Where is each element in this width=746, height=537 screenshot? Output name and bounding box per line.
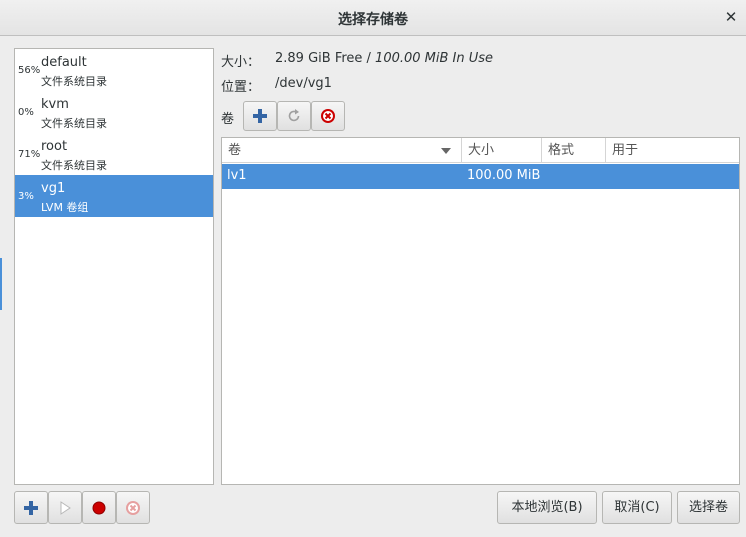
column-header-label: 用于 <box>612 143 639 158</box>
close-icon[interactable]: ✕ <box>722 8 740 26</box>
cancel-button[interactable]: 取消(C) <box>602 491 672 524</box>
pool-item-default[interactable]: 56% default 文件系统目录 <box>15 49 213 91</box>
pool-usage-percent: 56% <box>18 65 41 76</box>
column-header-volume[interactable]: 卷 <box>222 138 462 163</box>
window-title: 选择存储卷 <box>338 12 408 28</box>
delete-pool-button[interactable] <box>116 491 150 524</box>
add-pool-button[interactable] <box>14 491 48 524</box>
sort-down-icon <box>441 148 451 154</box>
volume-table[interactable]: 卷 大小 格式 用于 lv1 100.00 MiB <box>221 137 740 485</box>
location-label: 位置： <box>221 80 261 95</box>
delete-icon <box>321 109 335 123</box>
column-header-format[interactable]: 格式 <box>542 138 606 163</box>
pool-usage-percent: 3% <box>18 191 34 202</box>
location-value: /dev/vg1 <box>275 76 332 91</box>
table-row[interactable]: lv1 100.00 MiB <box>222 164 739 189</box>
pool-item-kvm[interactable]: 0% kvm 文件系统目录 <box>15 91 213 133</box>
size-label: 大小： <box>221 55 261 70</box>
stop-pool-button[interactable] <box>82 491 116 524</box>
column-header-label: 卷 <box>228 143 242 158</box>
pool-name: kvm <box>41 97 69 112</box>
stop-icon <box>92 501 106 515</box>
pool-type: 文件系统目录 <box>41 75 107 88</box>
plus-icon <box>24 501 38 515</box>
pool-type: 文件系统目录 <box>41 159 107 172</box>
pool-name: root <box>41 139 68 154</box>
add-volume-button[interactable] <box>243 101 277 131</box>
choose-volume-button[interactable]: 选择卷 <box>677 491 740 524</box>
volumes-label: 卷 <box>221 112 235 127</box>
refresh-volumes-button[interactable] <box>277 101 311 131</box>
storage-pool-list[interactable]: 56% default 文件系统目录 0% kvm 文件系统目录 71% roo… <box>14 48 214 485</box>
start-pool-button[interactable] <box>48 491 82 524</box>
volume-name: lv1 <box>227 168 247 183</box>
plus-icon <box>253 109 267 123</box>
delete-volume-button[interactable] <box>311 101 345 131</box>
title-bar: 选择存储卷 ✕ <box>0 0 746 36</box>
delete-icon <box>126 501 140 515</box>
pool-item-vg1[interactable]: 3% vg1 LVM 卷组 <box>15 175 213 217</box>
refresh-icon <box>288 109 300 122</box>
column-header-used-by[interactable]: 用于 <box>606 138 739 163</box>
size-in-use-text: 100.00 MiB In Use <box>375 51 494 66</box>
play-icon <box>60 501 71 515</box>
size-free-text: 2.89 GiB Free / <box>275 51 376 66</box>
pool-usage-percent: 71% <box>18 149 41 160</box>
pool-item-root[interactable]: 71% root 文件系统目录 <box>15 133 213 175</box>
pool-usage-percent: 0% <box>18 107 34 118</box>
column-header-label: 大小 <box>468 143 495 158</box>
browse-local-button[interactable]: 本地浏览(B) <box>497 491 597 524</box>
column-header-label: 格式 <box>548 143 575 158</box>
pool-name: vg1 <box>41 181 66 196</box>
column-header-size[interactable]: 大小 <box>462 138 542 163</box>
pool-type: 文件系统目录 <box>41 117 107 130</box>
volume-size: 100.00 MiB <box>467 168 541 183</box>
window-edge-accent <box>0 258 2 310</box>
pool-name: default <box>41 55 87 70</box>
size-value: 2.89 GiB Free / 100.00 MiB In Use <box>275 51 493 66</box>
pool-type: LVM 卷组 <box>41 201 89 214</box>
